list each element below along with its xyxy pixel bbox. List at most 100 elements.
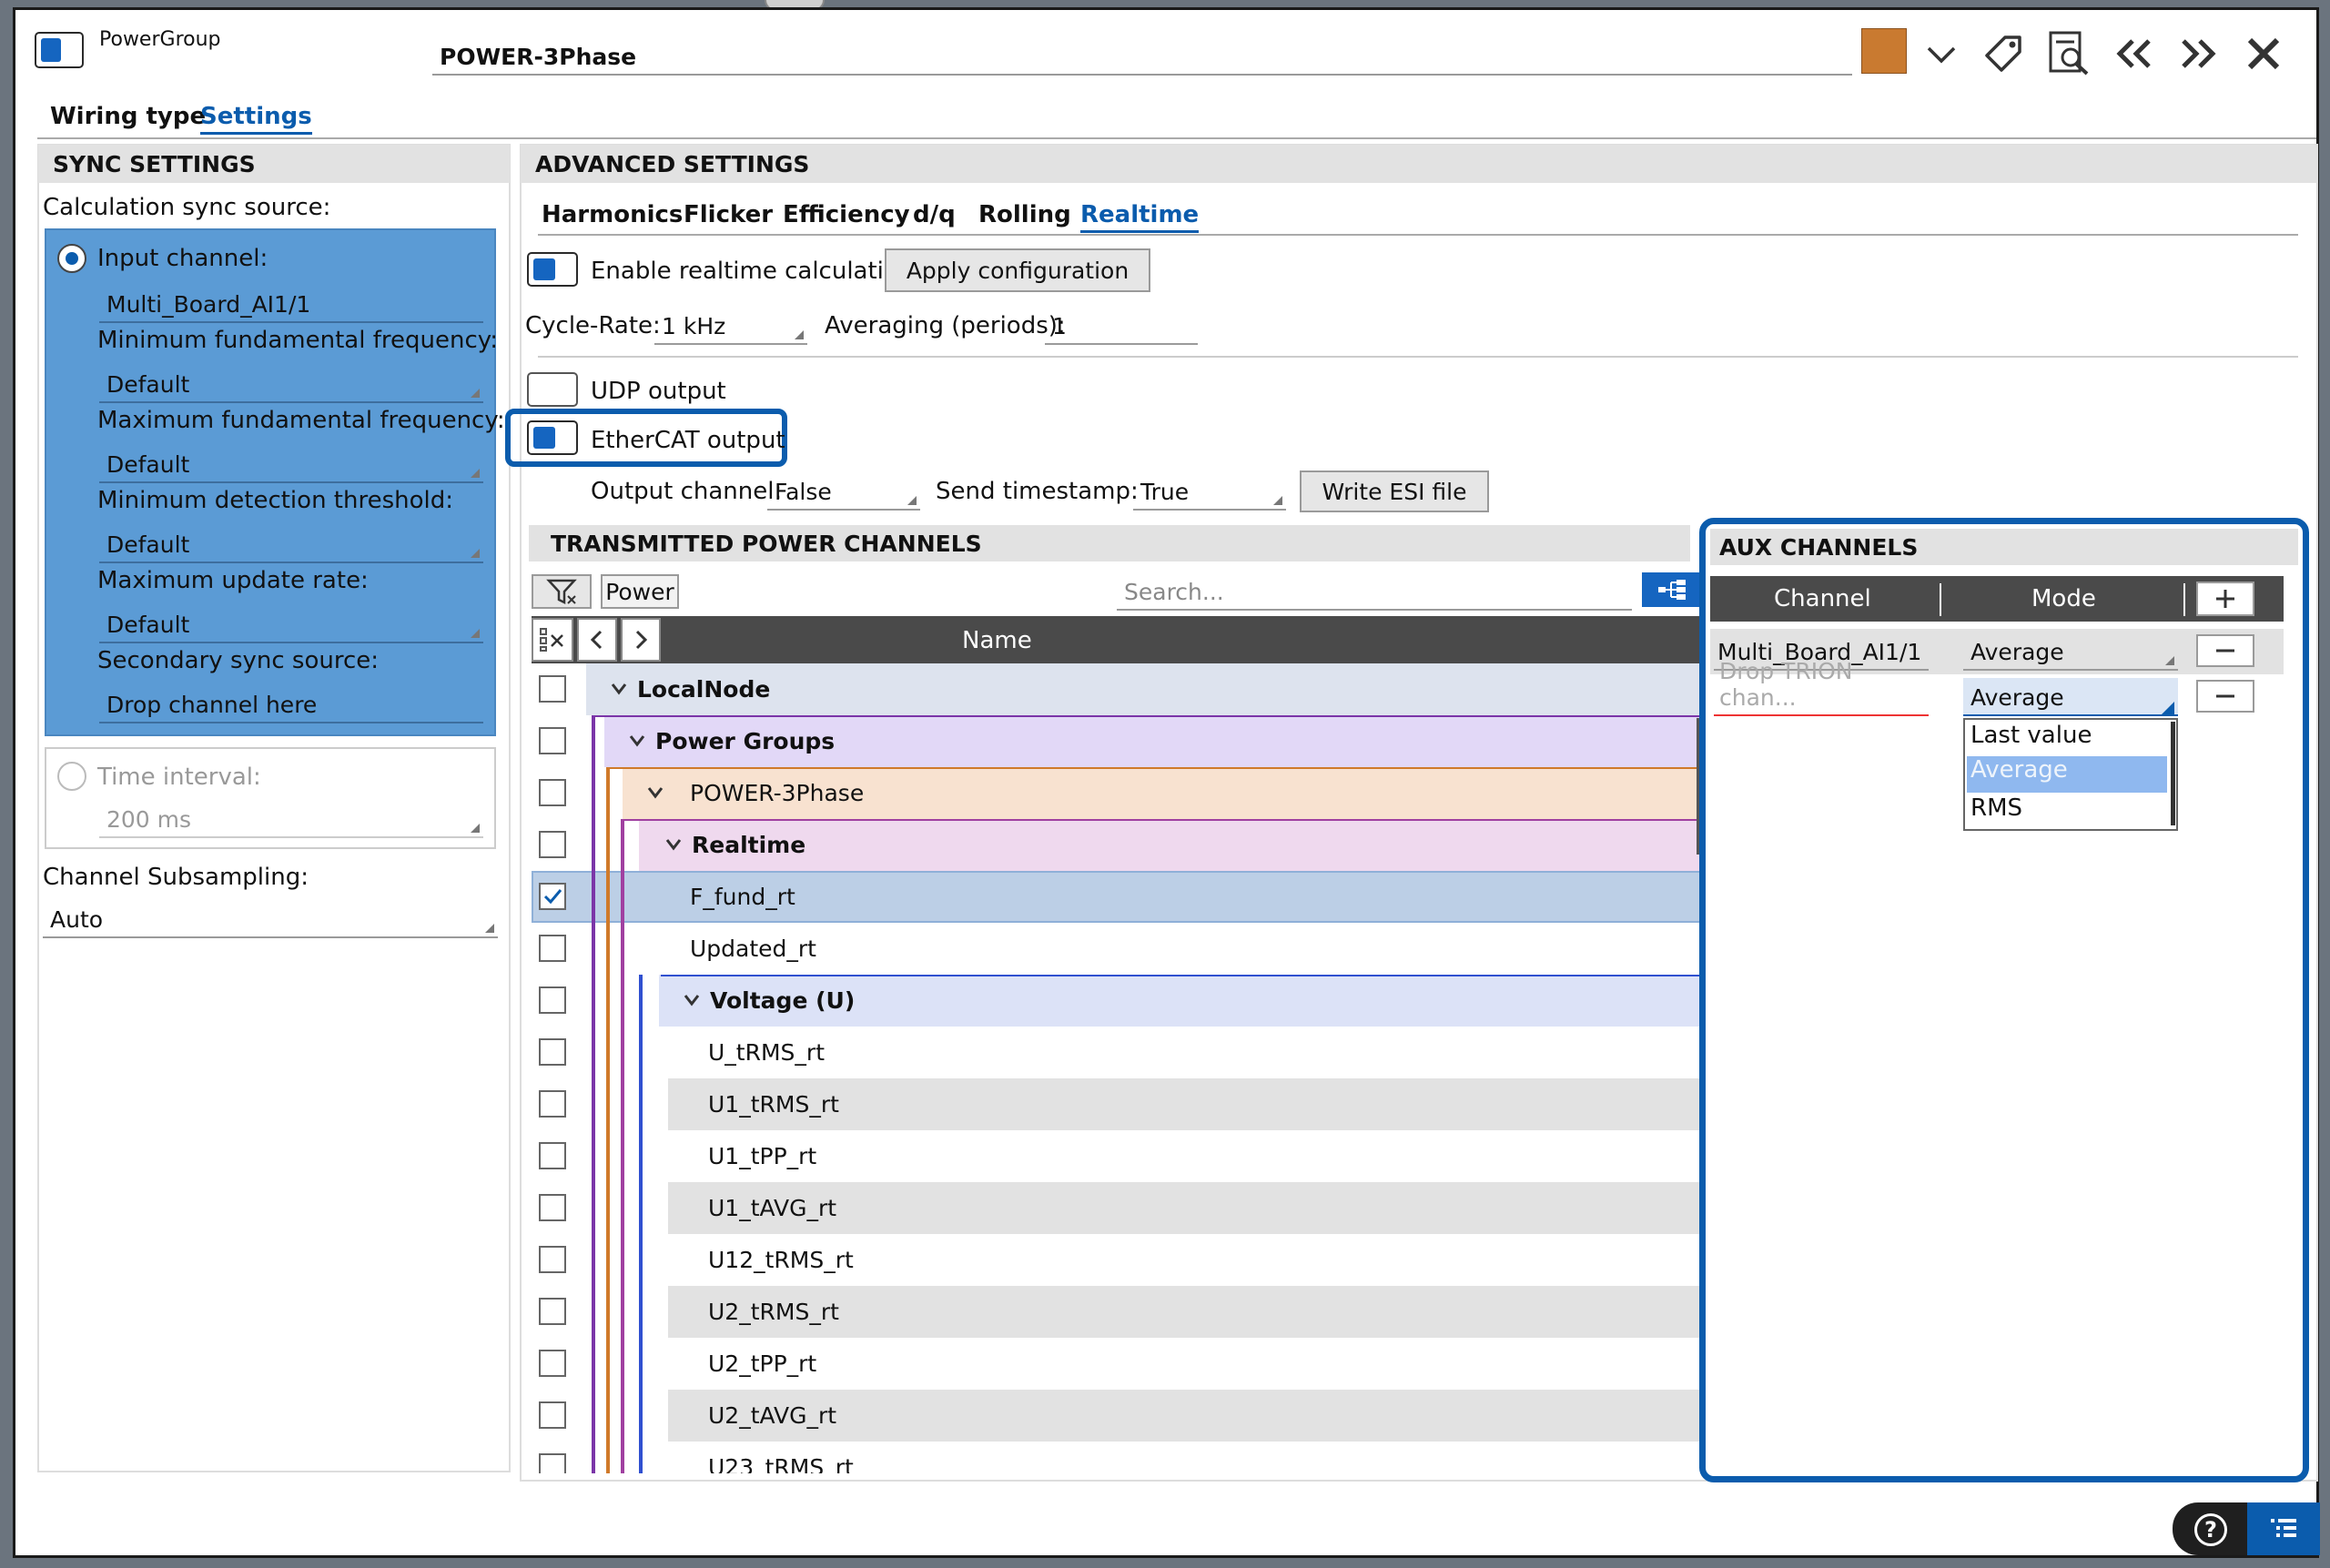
- row-checkbox[interactable]: [539, 986, 566, 1014]
- max-freq-dropdown[interactable]: Default: [99, 445, 483, 483]
- list-icon: [2271, 1519, 2296, 1537]
- row-checkbox[interactable]: [539, 675, 566, 703]
- tree-view-button[interactable]: [1642, 572, 1702, 607]
- expand-chevron-icon[interactable]: [664, 837, 683, 852]
- aux-row1-remove-button[interactable]: [2196, 634, 2254, 667]
- mode-option-rms[interactable]: RMS: [1967, 794, 2167, 829]
- row-checkbox[interactable]: [539, 1298, 566, 1325]
- tree-item-u1-tpp[interactable]: U1_tPP_rt: [708, 1143, 816, 1169]
- adv-tab-harmonics[interactable]: Harmonics: [542, 201, 683, 228]
- expand-chevron-icon[interactable]: [683, 993, 701, 1007]
- enable-realtime-toggle[interactable]: [527, 252, 578, 287]
- aux-col-channel[interactable]: Channel: [1774, 585, 1871, 612]
- udp-output-toggle[interactable]: [527, 372, 578, 407]
- min-detection-dropdown[interactable]: Default: [99, 525, 483, 563]
- tree-item-u1-trms[interactable]: U1_tRMS_rt: [708, 1091, 839, 1118]
- tree-item-voltage[interactable]: Voltage (U): [710, 987, 855, 1014]
- max-update-dropdown[interactable]: Default: [99, 605, 483, 643]
- tree-item-u23-trms[interactable]: U23_tRMS_rt: [708, 1454, 854, 1473]
- column-name-header[interactable]: Name: [962, 627, 1032, 654]
- adv-tab-rolling[interactable]: Rolling: [978, 201, 1071, 228]
- row-checkbox-checked[interactable]: [539, 883, 566, 910]
- row-checkbox[interactable]: [539, 1350, 566, 1377]
- aux-row2-mode-dropdown[interactable]: Average: [1963, 678, 2178, 716]
- row-checkbox[interactable]: [539, 1246, 566, 1273]
- secondary-sync-field[interactable]: Drop channel here: [99, 685, 483, 723]
- tree-item-u2-tpp[interactable]: U2_tPP_rt: [708, 1351, 816, 1377]
- close-icon[interactable]: [2245, 35, 2282, 72]
- send-timestamp-dropdown[interactable]: True: [1133, 472, 1286, 511]
- report-icon[interactable]: [2047, 30, 2092, 77]
- output-channel-dropdown[interactable]: False: [767, 472, 920, 511]
- filter-chip-power[interactable]: Power: [601, 574, 679, 609]
- group-name-input[interactable]: POWER-3Phase: [432, 35, 1852, 76]
- time-interval-field[interactable]: 200 ms: [99, 800, 483, 838]
- adv-tab-flicker[interactable]: Flicker: [684, 201, 773, 228]
- adv-tab-dq[interactable]: d/q: [913, 201, 956, 228]
- check-icon: [543, 889, 562, 905]
- tree-item-power-groups[interactable]: Power Groups: [655, 728, 835, 754]
- color-swatch-button[interactable]: [1861, 28, 1907, 74]
- filter-button[interactable]: [532, 574, 592, 609]
- row-checkbox[interactable]: [539, 1038, 566, 1066]
- expand-chevron-icon[interactable]: [628, 733, 646, 748]
- expand-button[interactable]: [621, 618, 661, 662]
- row-checkbox[interactable]: [539, 779, 566, 806]
- chevron-down-icon[interactable]: [1925, 43, 1958, 65]
- help-button[interactable]: ?: [2194, 1513, 2227, 1546]
- averaging-input[interactable]: 1: [1045, 307, 1198, 345]
- ethercat-output-toggle[interactable]: [527, 420, 578, 455]
- write-esi-button[interactable]: Write ESI file: [1300, 470, 1489, 512]
- time-interval-radio[interactable]: [57, 762, 86, 791]
- row-checkbox[interactable]: [539, 1142, 566, 1169]
- search-input[interactable]: Search...: [1117, 574, 1632, 611]
- mode-option-last-value[interactable]: Last value: [1967, 722, 2167, 756]
- expand-chevron-icon[interactable]: [610, 682, 628, 696]
- row-checkbox[interactable]: [539, 1090, 566, 1118]
- tree-item-power3[interactable]: POWER-3Phase: [690, 780, 864, 806]
- clear-selection-button[interactable]: [532, 618, 573, 662]
- row-checkbox[interactable]: [539, 1401, 566, 1429]
- aux-col-mode[interactable]: Mode: [2031, 585, 2096, 612]
- row-checkbox[interactable]: [539, 1194, 566, 1221]
- mode-option-average[interactable]: Average: [1967, 756, 2167, 793]
- input-channel-label: Input channel:: [97, 245, 268, 272]
- cycle-rate-dropdown[interactable]: 1 kHz: [654, 307, 807, 345]
- collapse-button[interactable]: [577, 618, 617, 662]
- group-enable-toggle[interactable]: [35, 32, 84, 68]
- tree-item-u2-trms[interactable]: U2_tRMS_rt: [708, 1299, 839, 1325]
- row-checkbox[interactable]: [539, 727, 566, 754]
- tab-settings[interactable]: Settings: [200, 103, 312, 135]
- tree-item-u12-trms[interactable]: U12_tRMS_rt: [708, 1247, 854, 1273]
- tree-item-u1-tavg[interactable]: U1_tAVG_rt: [708, 1195, 836, 1221]
- min-freq-dropdown[interactable]: Default: [99, 365, 483, 403]
- row-checkbox[interactable]: [539, 935, 566, 962]
- tree-item-u2-tavg[interactable]: U2_tAVG_rt: [708, 1402, 836, 1429]
- subsampling-dropdown[interactable]: Auto: [43, 900, 498, 938]
- tree-item-localnode[interactable]: LocalNode: [637, 676, 770, 703]
- mode-dropdown-scrollbar[interactable]: [2171, 722, 2175, 825]
- tree-item-u-trms[interactable]: U_tRMS_rt: [708, 1039, 825, 1066]
- apply-configuration-button[interactable]: Apply configuration: [885, 248, 1150, 292]
- aux-row2-channel-drop[interactable]: Drop TRION chan...: [1714, 658, 1929, 716]
- tree-item-updated[interactable]: Updated_rt: [690, 936, 816, 962]
- expand-chevron-icon[interactable]: [646, 785, 664, 800]
- adv-tab-realtime[interactable]: Realtime: [1080, 201, 1200, 233]
- tag-icon[interactable]: [1981, 32, 2025, 76]
- aux-row1-mode-dropdown[interactable]: Average: [1963, 632, 2178, 671]
- aux-add-button[interactable]: [2196, 582, 2254, 616]
- next-icon[interactable]: [2176, 37, 2220, 70]
- row-checkbox[interactable]: [539, 1453, 566, 1473]
- list-view-button[interactable]: [2247, 1502, 2320, 1555]
- adv-tab-efficiency[interactable]: Efficiency: [783, 201, 910, 228]
- tab-wiring-type[interactable]: Wiring type: [50, 103, 206, 130]
- tree-item-realtime[interactable]: Realtime: [692, 832, 805, 858]
- row-checkbox[interactable]: [539, 831, 566, 858]
- min-freq-label: Minimum fundamental frequency:: [97, 327, 498, 354]
- advanced-settings-title: ADVANCED SETTINGS: [521, 145, 2317, 183]
- input-channel-radio[interactable]: [57, 244, 86, 273]
- tree-item-f-fund[interactable]: F_fund_rt: [690, 884, 795, 910]
- aux-row2-remove-button[interactable]: [2196, 680, 2254, 713]
- input-channel-field[interactable]: Multi_Board_AI1/1: [99, 285, 483, 323]
- previous-icon[interactable]: [2112, 37, 2156, 70]
